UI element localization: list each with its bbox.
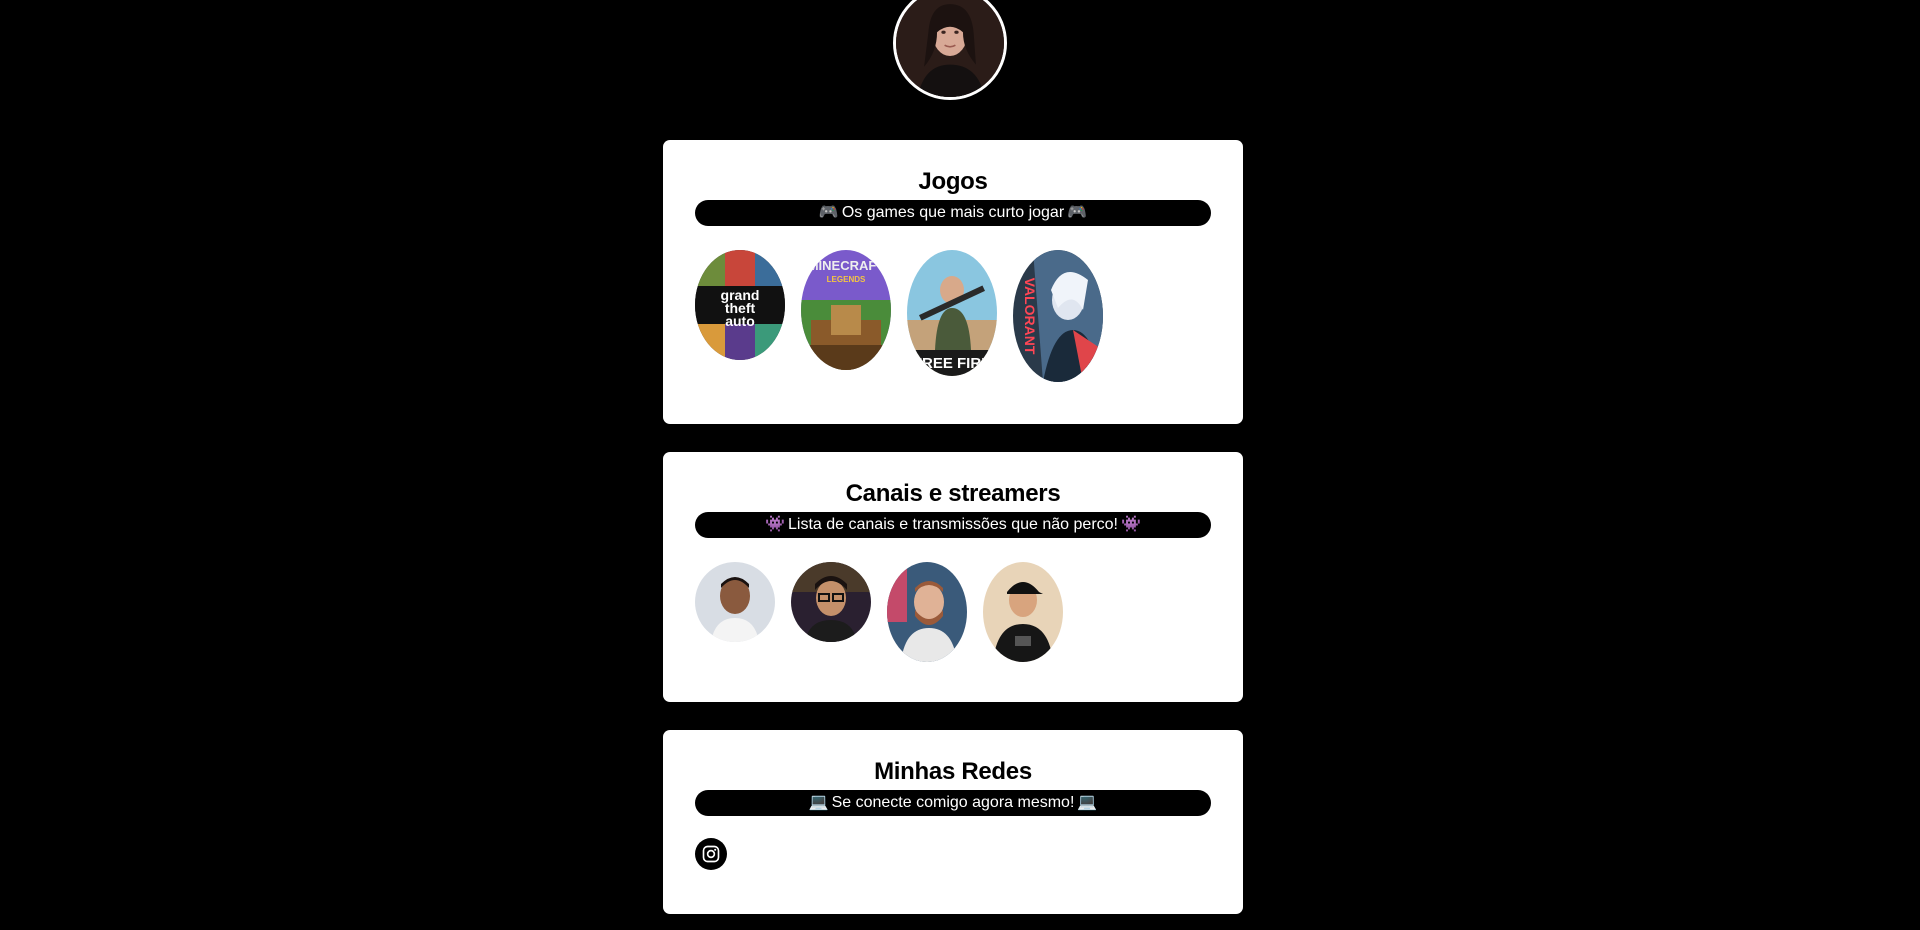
game-valorant-thumb[interactable]: VALORANT: [1013, 250, 1103, 382]
instagram-icon: [702, 845, 720, 863]
games-card: Jogos 🎮 Os games que mais curto jogar 🎮 gr…: [663, 140, 1243, 424]
page: Jogos 🎮 Os games que mais curto jogar 🎮 gr…: [0, 0, 1920, 930]
svg-text:LEGENDS: LEGENDS: [827, 275, 866, 284]
networks-title: Minhas Redes: [874, 758, 1032, 785]
alien-monster-icon: 👾: [765, 516, 786, 533]
streamers-subtitle-bar: 👾 Lista de canais e transmissões que não …: [695, 512, 1211, 538]
games-subtitle: Os games que mais curto jogar: [841, 204, 1065, 221]
instagram-link[interactable]: [695, 838, 727, 870]
gamepad-icon: 🎮: [1067, 204, 1088, 221]
profile-avatar: [893, 0, 1007, 100]
game-freefire-thumb[interactable]: FREE FIRE: [907, 250, 997, 376]
svg-text:VALORANT: VALORANT: [1022, 278, 1038, 355]
streamer-4-thumb[interactable]: [983, 562, 1063, 662]
game-gta-thumb[interactable]: grand theft auto: [695, 250, 785, 360]
laptop-icon: 💻: [808, 794, 829, 811]
svg-text:FREE FIRE: FREE FIRE: [913, 355, 991, 372]
games-subtitle-bar: 🎮 Os games que mais curto jogar 🎮: [695, 200, 1211, 226]
streamers-subtitle: Lista de canais e transmissões que não p…: [788, 516, 1118, 533]
games-title: Jogos: [918, 168, 988, 195]
streamers-card: Canais e streamers 👾 Lista de canais e tr…: [663, 452, 1243, 702]
svg-text:MINECRAFT: MINECRAFT: [808, 258, 885, 273]
laptop-icon: 💻: [1077, 794, 1098, 811]
gamepad-icon: 🎮: [818, 204, 839, 221]
streamer-2-thumb[interactable]: [791, 562, 871, 642]
streamer-1-thumb[interactable]: [695, 562, 775, 642]
networks-subtitle: Se conecte comigo agora mesmo!: [831, 794, 1075, 811]
games-list: grand theft auto MINECRAFT LEGENDS FREE …: [695, 250, 1211, 382]
alien-monster-icon: 👾: [1120, 516, 1141, 533]
game-minecraft-thumb[interactable]: MINECRAFT LEGENDS: [801, 250, 891, 370]
streamers-title: Canais e streamers: [845, 480, 1061, 507]
networks-card: Minhas Redes 💻 Se conecte comigo agora me…: [663, 730, 1243, 914]
streamers-list: [695, 562, 1211, 662]
networks-subtitle-bar: 💻 Se conecte comigo agora mesmo! 💻: [695, 790, 1211, 816]
streamer-3-thumb[interactable]: [887, 562, 967, 662]
svg-text:auto: auto: [725, 313, 755, 329]
